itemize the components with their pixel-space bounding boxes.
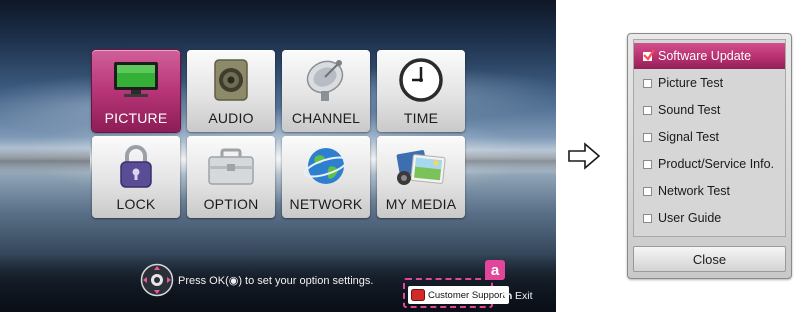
menu-item-label: User Guide — [658, 211, 722, 225]
ok-hint-text: Press OK(◉) to set your option settings. — [178, 274, 374, 287]
tile-label: PICTURE — [104, 110, 168, 126]
menu-item-software-update[interactable]: Software Update — [634, 43, 785, 69]
callout-badge: a — [485, 260, 505, 280]
tile-network[interactable]: NETWORK — [282, 136, 370, 218]
menu-item-label: Sound Test — [658, 103, 721, 117]
tile-my-media[interactable]: MY MEDIA — [377, 136, 465, 218]
exit-label: Exit — [515, 290, 533, 302]
speaker-icon — [187, 56, 275, 104]
checkbox[interactable] — [643, 132, 652, 142]
menu-item-sound-test[interactable]: Sound Test — [634, 97, 785, 123]
checkbox[interactable] — [643, 78, 652, 88]
tv-home-screen: PICTURE AUDIO CHANNEL TIME LOCK OPTION N… — [0, 0, 556, 312]
tile-channel[interactable]: CHANNEL — [282, 50, 370, 132]
tile-label: NETWORK — [289, 196, 363, 212]
tile-label: TIME — [403, 110, 439, 126]
menu-item-product-service-info[interactable]: Product/Service Info. — [634, 151, 785, 177]
tile-audio[interactable]: AUDIO — [187, 50, 275, 132]
tile-picture[interactable]: PICTURE — [92, 50, 180, 132]
tile-label: CHANNEL — [291, 110, 361, 126]
media-photos-icon — [377, 142, 465, 190]
tile-label: AUDIO — [208, 110, 254, 126]
customer-support-button[interactable]: Customer Support — [408, 286, 510, 304]
checkbox[interactable] — [643, 213, 652, 223]
support-menu-list: Software Update Picture Test Sound Test … — [633, 39, 786, 237]
menu-item-label: Network Test — [658, 184, 731, 198]
menu-item-label: Picture Test — [658, 76, 724, 90]
tile-label: LOCK — [116, 196, 156, 212]
tile-time[interactable]: TIME — [377, 50, 465, 132]
satellite-dish-icon — [282, 56, 370, 104]
clock-icon — [377, 56, 465, 104]
menu-item-network-test[interactable]: Network Test — [634, 178, 785, 204]
red-key-icon — [411, 289, 425, 301]
menu-item-user-guide[interactable]: User Guide — [634, 205, 785, 231]
exit-button[interactable]: Exit — [502, 290, 533, 302]
padlock-icon — [92, 142, 180, 190]
menu-item-label: Signal Test — [658, 130, 719, 144]
close-button[interactable]: Close — [633, 246, 786, 272]
remote-dpad-icon — [140, 263, 174, 297]
toolbox-icon — [187, 142, 275, 190]
checkbox[interactable] — [643, 186, 652, 196]
tile-label: MY MEDIA — [385, 196, 457, 212]
tv-monitor-icon — [92, 56, 180, 104]
customer-support-popup: Software Update Picture Test Sound Test … — [627, 33, 792, 279]
tile-label: OPTION — [203, 196, 259, 212]
tile-option[interactable]: OPTION — [187, 136, 275, 218]
tile-lock[interactable]: LOCK — [92, 136, 180, 218]
menu-item-label: Product/Service Info. — [658, 157, 775, 171]
ok-hint: Press OK(◉) to set your option settings. — [140, 262, 373, 298]
checkbox[interactable] — [643, 159, 652, 169]
customer-support-label: Customer Support — [428, 289, 506, 301]
back-arrow-icon — [502, 290, 512, 299]
menu-item-signal-test[interactable]: Signal Test — [634, 124, 785, 150]
horizon-shadow-left — [0, 148, 90, 174]
menu-item-picture-test[interactable]: Picture Test — [634, 70, 785, 96]
globe-icon — [282, 142, 370, 190]
menu-item-label: Software Update — [658, 49, 752, 63]
checkbox[interactable] — [643, 105, 652, 115]
checkbox[interactable] — [643, 48, 655, 61]
checkmark-icon — [643, 48, 655, 61]
home-menu-grid: PICTURE AUDIO CHANNEL TIME LOCK OPTION N… — [92, 50, 465, 218]
right-arrow-icon — [567, 142, 601, 175]
